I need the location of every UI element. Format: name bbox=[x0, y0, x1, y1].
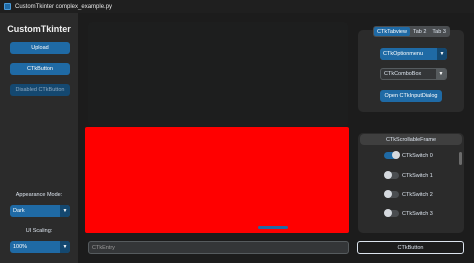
title-bar: CustomTkinter complex_example.py bbox=[0, 0, 474, 13]
chevron-down-icon[interactable]: ▼ bbox=[60, 241, 70, 253]
chevron-down-icon[interactable]: ▼ bbox=[436, 69, 446, 79]
disabled-button: Disabled CTkButton bbox=[10, 84, 70, 96]
entry-field[interactable]: CTkEntry bbox=[88, 241, 349, 254]
switch-label: CTkSwitch 2 bbox=[402, 191, 433, 198]
tab-2[interactable]: Tab 2 bbox=[410, 27, 429, 36]
switch-row[interactable]: CTkSwitch 3 bbox=[384, 209, 433, 217]
toggle-switch[interactable] bbox=[384, 190, 399, 198]
toggle-switch[interactable] bbox=[384, 151, 400, 159]
toggle-switch[interactable] bbox=[384, 209, 399, 217]
ui-scaling-label: UI Scaling: bbox=[25, 228, 53, 234]
window-title: CustomTkinter complex_example.py bbox=[15, 3, 113, 10]
main-textbox[interactable] bbox=[88, 22, 348, 126]
open-input-dialog-button[interactable]: Open CTkInputDialog bbox=[380, 90, 442, 102]
tab-3[interactable]: Tab 3 bbox=[429, 27, 448, 36]
switch-label: CTkSwitch 3 bbox=[402, 210, 433, 217]
combobox-value[interactable]: CTkComboBox bbox=[381, 71, 436, 77]
switch-label: CTkSwitch 0 bbox=[402, 152, 433, 159]
appearance-mode-label: Appearance Mode: bbox=[15, 192, 63, 198]
option-menu-value: CTkOptionmenu bbox=[383, 51, 424, 57]
horizontal-scrollbar[interactable] bbox=[258, 226, 288, 229]
option-menu[interactable]: CTkOptionmenu ▼ bbox=[380, 48, 447, 60]
chevron-down-icon[interactable]: ▼ bbox=[437, 48, 447, 60]
appearance-mode-select[interactable]: Dark ▼ bbox=[10, 205, 70, 217]
vertical-scrollbar[interactable] bbox=[459, 152, 462, 165]
red-canvas bbox=[85, 127, 349, 233]
switch-row[interactable]: CTkSwitch 2 bbox=[384, 190, 433, 198]
switch-row[interactable]: CTkSwitch 0 bbox=[384, 151, 433, 159]
scrollable-frame bbox=[358, 133, 464, 233]
sidebar-ctkbutton[interactable]: CTkButton bbox=[10, 63, 70, 75]
scrollable-frame-label: CTkScrollableFrame bbox=[360, 134, 462, 145]
chevron-down-icon[interactable]: ▼ bbox=[60, 205, 70, 217]
switch-row[interactable]: CTkSwitch 1 bbox=[384, 171, 433, 179]
tabview-tabs: CTkTabview Tab 2 Tab 3 bbox=[373, 26, 450, 37]
appearance-mode-value: Dark bbox=[13, 208, 25, 214]
tab-ctktabview[interactable]: CTkTabview bbox=[374, 27, 410, 36]
switch-label: CTkSwitch 1 bbox=[402, 172, 433, 179]
app-icon bbox=[4, 3, 11, 10]
app-logo: CustomTkinter bbox=[7, 24, 71, 34]
ui-scaling-select[interactable]: 100% ▼ bbox=[10, 241, 70, 253]
combobox[interactable]: CTkComboBox ▼ bbox=[380, 68, 447, 80]
upload-button[interactable]: Upload bbox=[10, 42, 70, 54]
ui-scaling-value: 100% bbox=[13, 244, 28, 250]
toggle-switch[interactable] bbox=[384, 171, 399, 179]
main-ctkbutton[interactable]: CTkButton bbox=[357, 241, 464, 254]
